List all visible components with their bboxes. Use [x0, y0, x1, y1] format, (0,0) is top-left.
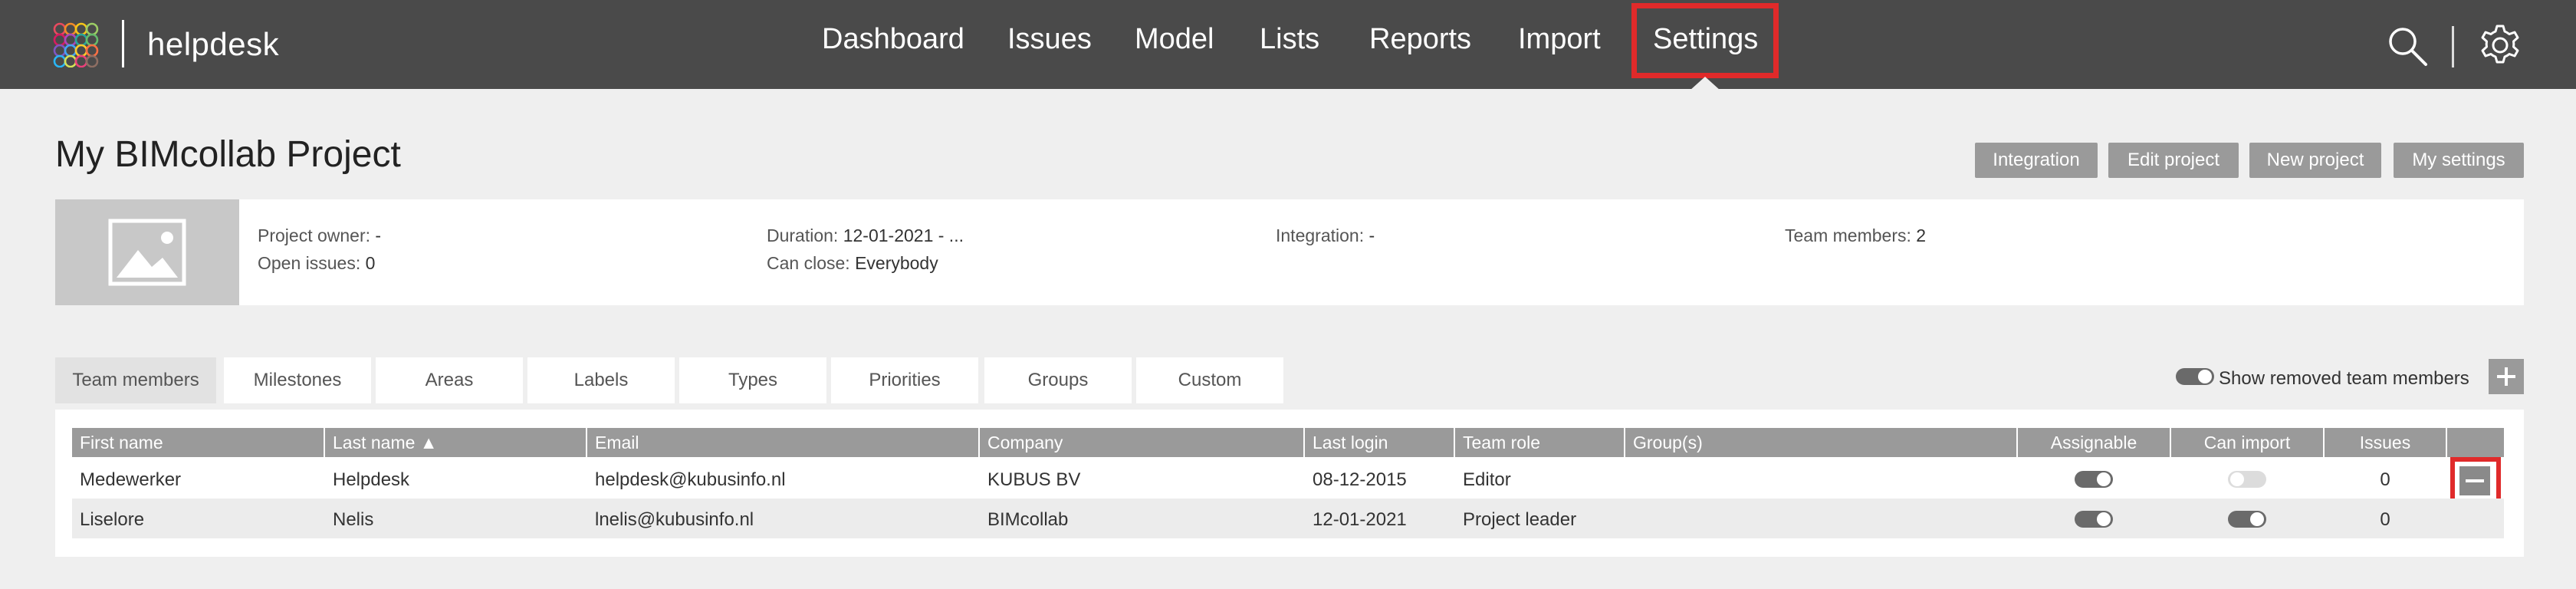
tab-areas[interactable]: Areas [376, 357, 523, 403]
tab-team-members[interactable]: Team members [55, 357, 216, 403]
col-email[interactable]: Email [587, 428, 978, 457]
cell-issues: 0 [2380, 509, 2390, 530]
project-thumbnail[interactable] [55, 199, 239, 305]
assignable-toggle[interactable] [2075, 471, 2113, 488]
nav-import[interactable]: Import [1518, 23, 1601, 56]
col-actions [2447, 428, 2504, 457]
settings-highlight-box [1631, 3, 1779, 78]
top-navbar: helpdesk Dashboard Issues Model Lists Re… [0, 0, 2576, 90]
open-issues-info: Open issues: 0 [258, 253, 376, 273]
can-import-toggle[interactable] [2228, 511, 2266, 528]
duration-info: Duration: 12-01-2021 - ... [767, 225, 964, 245]
team-members-info: Team members: 2 [1785, 225, 1927, 245]
col-company[interactable]: Company [980, 428, 1303, 457]
cell-email: helpdesk@kubusinfo.nl [595, 469, 786, 490]
gear-icon[interactable] [2478, 23, 2522, 67]
tab-types[interactable]: Types [679, 357, 826, 403]
col-last-name[interactable]: Last name ▲ [325, 428, 586, 457]
bimcollab-logo-icon[interactable] [52, 21, 101, 67]
project-owner-info: Project owner: - [258, 225, 382, 245]
search-icon[interactable] [2384, 23, 2430, 69]
tab-groups[interactable]: Groups [984, 357, 1132, 403]
logo-divider [122, 20, 124, 67]
remove-member-button[interactable] [2459, 466, 2490, 495]
edit-project-button[interactable]: Edit project [2108, 143, 2239, 178]
page-title: My BIMcollab Project [55, 134, 401, 175]
col-team-role[interactable]: Team role [1455, 428, 1624, 457]
col-assignable[interactable]: Assignable [2018, 428, 2170, 457]
cell-last-name: Nelis [333, 509, 374, 530]
brand-name[interactable]: helpdesk [147, 26, 279, 63]
tab-custom[interactable]: Custom [1136, 357, 1283, 403]
nav-reports[interactable]: Reports [1369, 23, 1471, 56]
show-removed-toggle[interactable] [2176, 368, 2214, 385]
col-last-login[interactable]: Last login [1305, 428, 1454, 457]
nav-issues[interactable]: Issues [1007, 23, 1092, 56]
table-row[interactable] [72, 499, 2504, 538]
can-import-toggle[interactable] [2228, 471, 2266, 488]
col-groups[interactable]: Group(s) [1625, 428, 2016, 457]
cell-first-name: Liselore [80, 509, 145, 530]
tab-priorities[interactable]: Priorities [831, 357, 978, 403]
cell-team-role: Project leader [1463, 509, 1577, 530]
assignable-toggle[interactable] [2075, 511, 2113, 528]
cell-company: KUBUS BV [987, 469, 1081, 490]
tab-labels[interactable]: Labels [527, 357, 675, 403]
table-row[interactable] [72, 459, 2504, 499]
can-close-info: Can close: Everybody [767, 253, 938, 273]
nav-dashboard[interactable]: Dashboard [822, 23, 964, 56]
integration-button[interactable]: Integration [1975, 143, 2098, 178]
new-project-button[interactable]: New project [2249, 143, 2381, 178]
cell-company: BIMcollab [987, 509, 1069, 530]
nav-divider [2452, 26, 2454, 67]
add-team-member-button[interactable] [2489, 359, 2524, 394]
cell-first-name: Medewerker [80, 469, 182, 490]
integration-info: Integration: - [1276, 225, 1375, 245]
cell-last-name: Helpdesk [333, 469, 410, 490]
cell-email: lnelis@kubusinfo.nl [595, 509, 754, 530]
image-placeholder-icon [108, 219, 186, 286]
tab-milestones[interactable]: Milestones [224, 357, 371, 403]
cell-last-login: 12-01-2021 [1313, 509, 1407, 530]
show-removed-label: Show removed team members [2219, 368, 2469, 389]
col-issues[interactable]: Issues [2325, 428, 2446, 457]
active-nav-caret [1690, 77, 1720, 90]
cell-last-login: 08-12-2015 [1313, 469, 1407, 490]
my-settings-button[interactable]: My settings [2394, 143, 2524, 178]
col-first-name[interactable]: First name [72, 428, 324, 457]
nav-lists[interactable]: Lists [1260, 23, 1319, 56]
cell-team-role: Editor [1463, 469, 1511, 490]
project-info-panel: Project owner: - Open issues: 0 Duration… [55, 199, 2524, 305]
col-can-import[interactable]: Can import [2171, 428, 2323, 457]
cell-issues: 0 [2380, 469, 2390, 490]
nav-model[interactable]: Model [1135, 23, 1214, 56]
